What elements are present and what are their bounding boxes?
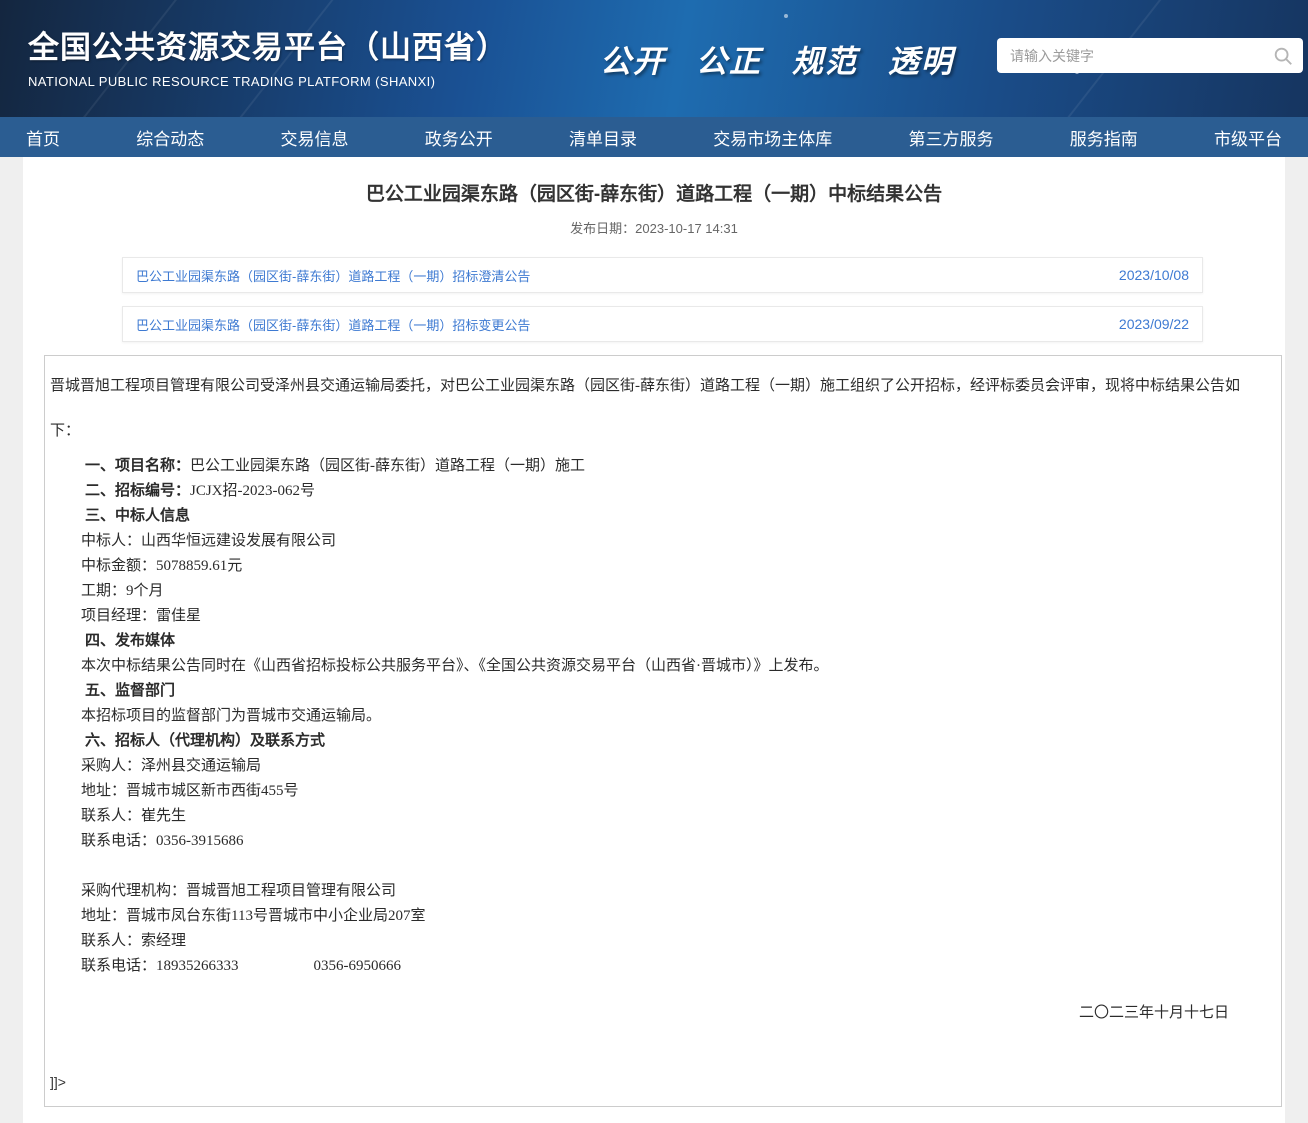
content-line-text: 本招标项目的监督部门为晋城市交通运输局。 (81, 708, 381, 724)
content-line-label: 五、监督部门 (85, 683, 175, 699)
announcement-row[interactable]: 巴公工业园渠东路（园区街-薛东街）道路工程（一期）招标变更公告 2023/09/2… (122, 306, 1203, 342)
content-line-text: 联系人：崔先生 (81, 808, 186, 824)
content-line-text: 本次中标结果公告同时在《山西省招标投标公共服务平台》、《全国公共资源交易平台（山… (81, 658, 829, 674)
content-line-text: 地址：晋城市城区新市西街455号 (81, 783, 299, 799)
announcement-date: 2023/10/08 (1119, 267, 1189, 283)
intro-paragraph: 晋城晋旭工程项目管理有限公司受泽州县交通运输局委托，对巴公工业园渠东路（园区街-… (45, 364, 1275, 454)
content-line: 采购人：泽州县交通运输局 (45, 754, 1275, 779)
announcement-link[interactable]: 巴公工业园渠东路（园区街-薛东街）道路工程（一期）招标澄清公告 (136, 266, 530, 285)
sign-date: 二〇二三年十月十七日 (45, 1001, 1275, 1026)
content-line-text: 联系电话：18935266333 0356-6950666 (81, 958, 401, 974)
nav-item-4[interactable]: 清单目录 (569, 125, 637, 150)
content-line-text: 项目经理：雷佳星 (81, 608, 201, 624)
nav-item-1[interactable]: 综合动态 (136, 125, 204, 150)
content-line-text: 采购代理机构：晋城晋旭工程项目管理有限公司 (81, 883, 396, 899)
section-heading: 二、招标编号：JCJX招-2023-062号 (45, 479, 1275, 504)
page-container: 巴公工业园渠东路（园区街-薛东街）道路工程（一期）中标结果公告 发布日期：202… (23, 157, 1285, 1123)
header-decor-dot (784, 14, 788, 18)
content-line: 联系人：崔先生 (45, 804, 1275, 829)
slogan-word: 公开 (600, 36, 666, 81)
content-line-text: 联系电话：0356-3915686 (81, 833, 244, 849)
site-title: 全国公共资源交易平台（山西省） (28, 22, 508, 67)
content-line: 工期：9个月 (45, 579, 1275, 604)
nav-item-0[interactable]: 首页 (26, 125, 60, 150)
section-heading: 六、招标人（代理机构）及联系方式 (45, 729, 1275, 754)
content-line-text: 中标人：山西华恒远建设发展有限公司 (81, 533, 336, 549)
announcement-row[interactable]: 巴公工业园渠东路（园区街-薛东街）道路工程（一期）招标澄清公告 2023/10/0… (122, 257, 1203, 293)
content-line-label: 三、中标人信息 (85, 508, 190, 524)
nav-item-7[interactable]: 服务指南 (1070, 125, 1138, 150)
site-subtitle: NATIONAL PUBLIC RESOURCE TRADING PLATFOR… (28, 74, 508, 89)
content-line-text: JCJX招-2023-062号 (190, 483, 315, 499)
content-line-text: 工期：9个月 (81, 583, 164, 599)
search-box[interactable] (997, 38, 1303, 73)
content-line-label: 一、项目名称： (85, 458, 190, 474)
content-line: 本招标项目的监督部门为晋城市交通运输局。 (45, 704, 1275, 729)
content-line-text: 巴公工业园渠东路（园区街-薛东街）道路工程（一期）施工 (190, 458, 585, 474)
section-heading: 一、项目名称：巴公工业园渠东路（园区街-薛东街）道路工程（一期）施工 (45, 454, 1275, 479)
content-line: 中标金额：5078859.61元 (45, 554, 1275, 579)
section-heading: 四、发布媒体 (45, 629, 1275, 654)
section-heading: 五、监督部门 (45, 679, 1275, 704)
content-line-text: 中标金额：5078859.61元 (81, 558, 242, 574)
nav-item-3[interactable]: 政务公开 (425, 125, 493, 150)
content-line-text: 采购人：泽州县交通运输局 (81, 758, 261, 774)
content-line: 地址：晋城市凤台东街113号晋城市中小企业局207室 (45, 904, 1275, 929)
nav-item-6[interactable]: 第三方服务 (909, 125, 994, 150)
content-line: 本次中标结果公告同时在《山西省招标投标公共服务平台》、《全国公共资源交易平台（山… (45, 654, 1275, 679)
content-lines: 一、项目名称：巴公工业园渠东路（园区街-薛东街）道路工程（一期）施工二、招标编号… (45, 454, 1275, 979)
main-nav: 首页 综合动态 交易信息 政务公开 清单目录 交易市场主体库 第三方服务 服务指南 市级平台 (0, 117, 1308, 157)
content-line: 采购代理机构：晋城晋旭工程项目管理有限公司 (45, 879, 1275, 904)
content-line: 地址：晋城市城区新市西街455号 (45, 779, 1275, 804)
content-line-text: 地址：晋城市凤台东街113号晋城市中小企业局207室 (81, 908, 425, 924)
content-line: 中标人：山西华恒远建设发展有限公司 (45, 529, 1275, 554)
announcement-date: 2023/09/22 (1119, 316, 1189, 332)
publish-date: 发布日期：2023-10-17 14:31 (23, 218, 1285, 237)
content-line-label: 二、招标编号： (85, 483, 190, 499)
content-line: 联系人：索经理 (45, 929, 1275, 954)
header-slogan: 公开公正规范透明 (600, 36, 954, 81)
content-line: 联系电话：18935266333 0356-6950666 (45, 954, 1275, 979)
announcement-body: 晋城晋旭工程项目管理有限公司受泽州县交通运输局委托，对巴公工业园渠东路（园区街-… (44, 355, 1282, 1107)
slogan-word: 规范 (792, 36, 858, 81)
site-header: 全国公共资源交易平台（山西省） NATIONAL PUBLIC RESOURCE… (0, 0, 1308, 117)
search-input[interactable] (997, 48, 1272, 64)
slogan-word: 公正 (696, 36, 762, 81)
announcement-list: 巴公工业园渠东路（园区街-薛东街）道路工程（一期）招标澄清公告 2023/10/0… (122, 257, 1203, 342)
search-button[interactable] (1272, 45, 1303, 67)
content-line-text: 联系人：索经理 (81, 933, 186, 949)
search-icon (1272, 45, 1294, 67)
content-line-label: 六、招标人（代理机构）及联系方式 (85, 733, 325, 749)
section-heading: 三、中标人信息 (45, 504, 1275, 529)
cdata-trailing-marker: ]]> (45, 1072, 1275, 1092)
nav-item-5[interactable]: 交易市场主体库 (713, 125, 832, 150)
content-line-label: 四、发布媒体 (85, 633, 175, 649)
announcement-link[interactable]: 巴公工业园渠东路（园区街-薛东街）道路工程（一期）招标变更公告 (136, 315, 530, 334)
nav-item-2[interactable]: 交易信息 (281, 125, 349, 150)
slogan-word: 透明 (888, 36, 954, 81)
page-title: 巴公工业园渠东路（园区街-薛东街）道路工程（一期）中标结果公告 (33, 179, 1275, 206)
nav-item-8[interactable]: 市级平台 (1214, 125, 1282, 150)
content-line: 联系电话：0356-3915686 (45, 829, 1275, 854)
site-logo: 全国公共资源交易平台（山西省） NATIONAL PUBLIC RESOURCE… (28, 22, 508, 89)
content-line (45, 854, 1275, 879)
content-line: 项目经理：雷佳星 (45, 604, 1275, 629)
